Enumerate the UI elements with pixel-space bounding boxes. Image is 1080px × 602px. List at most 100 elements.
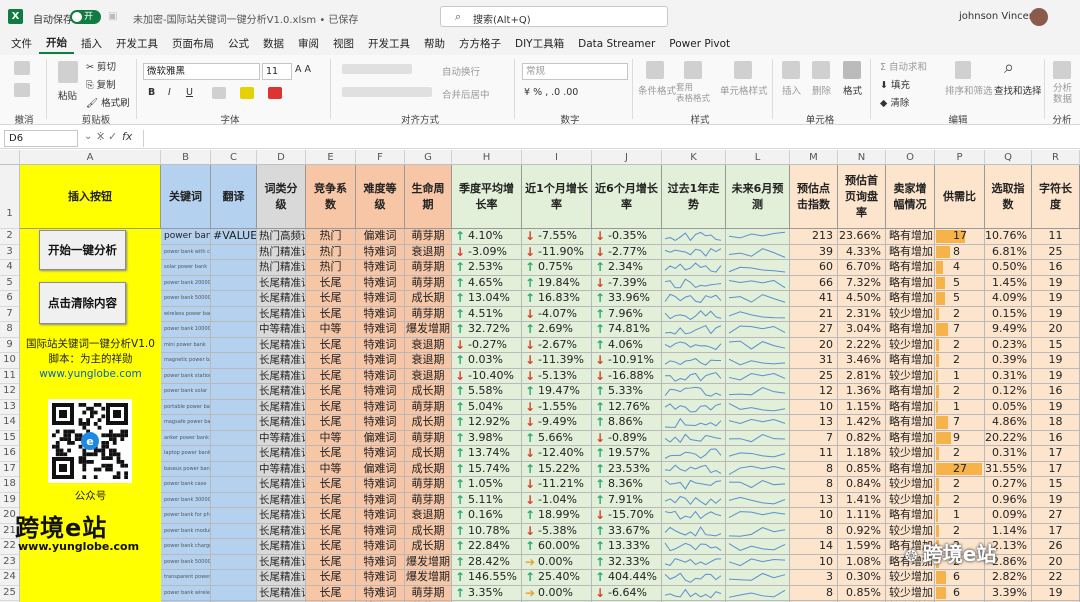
number-format-select[interactable]: 常规 <box>522 63 628 80</box>
format-cell-icon[interactable] <box>843 61 861 79</box>
char-length-cell[interactable]: 18 <box>1032 415 1080 431</box>
supply-demand-cell[interactable]: 2 <box>935 446 985 462</box>
word-class-cell[interactable]: 热门精准词 <box>257 260 306 276</box>
font-color-icon[interactable] <box>268 87 282 99</box>
growth-cell-H[interactable]: ↑ 13.74% <box>452 446 522 462</box>
column-header-A[interactable]: A <box>20 150 161 165</box>
growth-cell-H[interactable]: ↑ 5.04% <box>452 399 522 415</box>
char-length-cell[interactable]: 27 <box>1032 508 1080 524</box>
supply-demand-cell[interactable]: 27 <box>935 461 985 477</box>
table-format-button[interactable]: 套用 表格格式 <box>676 83 710 105</box>
word-class-cell[interactable]: 长尾精准词 <box>257 508 306 524</box>
translation-cell[interactable] <box>211 415 257 431</box>
supply-demand-cell[interactable]: 7 <box>935 415 985 431</box>
growth-cell-I[interactable]: ➔ 0.00% <box>522 585 592 601</box>
difficulty-cell[interactable]: 特难词 <box>356 415 405 431</box>
translation-cell[interactable] <box>211 446 257 462</box>
sparkline-K[interactable] <box>662 446 726 462</box>
sparkline-L[interactable] <box>726 415 790 431</box>
growth-cell-J[interactable]: ↑ 4.06% <box>592 337 662 353</box>
sparkline-K[interactable] <box>662 229 726 245</box>
growth-cell-I[interactable]: ↑ 5.66% <box>522 430 592 446</box>
lifecycle-cell[interactable]: 成长期 <box>405 539 452 555</box>
sparkline-K[interactable] <box>662 399 726 415</box>
supply-demand-cell[interactable]: 2 <box>935 477 985 493</box>
word-class-cell[interactable]: 长尾精准词 <box>257 415 306 431</box>
copy-button[interactable]: ⎘ 复制 <box>86 77 116 91</box>
row-header-12[interactable]: 12 <box>0 384 20 400</box>
seller-growth-cell[interactable]: 略有增加 <box>886 260 935 276</box>
competition-cell[interactable]: 热门 <box>306 260 356 276</box>
name-box[interactable]: D6 <box>4 130 78 147</box>
click-index-cell[interactable]: 213 <box>790 229 838 245</box>
growth-cell-H[interactable]: ↑ 15.74% <box>452 461 522 477</box>
char-length-cell[interactable]: 11 <box>1032 229 1080 245</box>
sparkline-L[interactable] <box>726 477 790 493</box>
autosave-toggle[interactable]: 开 <box>70 10 101 24</box>
growth-cell-J[interactable]: ↓ -10.91% <box>592 353 662 369</box>
char-length-cell[interactable]: 20 <box>1032 554 1080 570</box>
tab-4[interactable]: 页面布局 <box>165 33 221 55</box>
tab-0[interactable]: 文件 <box>4 33 39 55</box>
pick-index-cell[interactable]: 9.49% <box>985 322 1032 338</box>
inquiry-rate-cell[interactable]: 1.42% <box>838 415 886 431</box>
keyword-cell[interactable]: mini power bank <box>161 337 211 353</box>
keyword-cell[interactable]: power bank with cables <box>161 244 211 260</box>
table-format-icon[interactable] <box>684 61 702 79</box>
word-class-cell[interactable]: 长尾精准词 <box>257 585 306 601</box>
cell-style-icon[interactable] <box>734 61 752 79</box>
row-header-7[interactable]: 7 <box>0 306 20 322</box>
lifecycle-cell[interactable]: 衰退期 <box>405 337 452 353</box>
translation-cell[interactable] <box>211 322 257 338</box>
growth-cell-I[interactable]: ↓ -5.38% <box>522 523 592 539</box>
growth-cell-H[interactable]: ↑ 1.05% <box>452 477 522 493</box>
difficulty-cell[interactable]: 特难词 <box>356 523 405 539</box>
lifecycle-cell[interactable]: 衰退期 <box>405 508 452 524</box>
seller-growth-cell[interactable]: 略有增加 <box>886 353 935 369</box>
sparkline-K[interactable] <box>662 415 726 431</box>
inquiry-rate-cell[interactable]: 0.82% <box>838 430 886 446</box>
paste-icon[interactable] <box>58 61 78 83</box>
inquiry-rate-cell[interactable]: 0.85% <box>838 585 886 601</box>
pick-index-cell[interactable]: 0.09% <box>985 508 1032 524</box>
word-class-cell[interactable]: 长尾精准词 <box>257 477 306 493</box>
row-header-19[interactable]: 19 <box>0 492 20 508</box>
growth-cell-I[interactable]: ➔ 0.00% <box>522 554 592 570</box>
formula-input[interactable] <box>143 130 1073 147</box>
supply-demand-cell[interactable]: 2 <box>935 523 985 539</box>
growth-cell-J[interactable]: ↓ -6.64% <box>592 585 662 601</box>
char-length-cell[interactable]: 19 <box>1032 585 1080 601</box>
lifecycle-cell[interactable]: 爆发增期 <box>405 322 452 338</box>
growth-cell-I[interactable]: ↓ -4.07% <box>522 306 592 322</box>
fx-icon[interactable]: fx <box>122 130 132 143</box>
growth-cell-I[interactable]: ↓ -9.49% <box>522 415 592 431</box>
click-index-cell[interactable]: 8 <box>790 461 838 477</box>
supply-demand-cell[interactable]: 6 <box>935 570 985 586</box>
insert-cell-button[interactable]: 插入 <box>782 83 801 97</box>
translation-cell[interactable] <box>211 430 257 446</box>
char-length-cell[interactable]: 19 <box>1032 368 1080 384</box>
click-index-cell[interactable]: 27 <box>790 322 838 338</box>
sparkline-K[interactable] <box>662 244 726 260</box>
difficulty-cell[interactable]: 特难词 <box>356 353 405 369</box>
inquiry-rate-cell[interactable]: 1.41% <box>838 492 886 508</box>
pick-index-cell[interactable]: 0.27% <box>985 477 1032 493</box>
char-length-cell[interactable]: 16 <box>1032 384 1080 400</box>
row-header-24[interactable]: 24 <box>0 570 20 586</box>
seller-growth-cell[interactable]: 略有增加 <box>886 399 935 415</box>
inquiry-rate-cell[interactable]: 1.11% <box>838 508 886 524</box>
pick-index-cell[interactable]: 3.39% <box>985 585 1032 601</box>
clear-button[interactable]: ◆ 清除 <box>880 95 909 109</box>
translation-cell[interactable] <box>211 554 257 570</box>
fill-button[interactable]: ⬇ 填充 <box>880 77 910 91</box>
word-class-cell[interactable]: 长尾精准词 <box>257 306 306 322</box>
click-index-cell[interactable]: 41 <box>790 291 838 307</box>
growth-cell-J[interactable]: ↑ 74.81% <box>592 322 662 338</box>
pick-index-cell[interactable]: 0.05% <box>985 399 1032 415</box>
char-length-cell[interactable]: 15 <box>1032 477 1080 493</box>
delete-cell-icon[interactable] <box>812 61 830 79</box>
char-length-cell[interactable]: 19 <box>1032 492 1080 508</box>
sparkline-L[interactable] <box>726 523 790 539</box>
column-header-O[interactable]: O <box>886 150 935 165</box>
supply-demand-cell[interactable]: 5 <box>935 275 985 291</box>
